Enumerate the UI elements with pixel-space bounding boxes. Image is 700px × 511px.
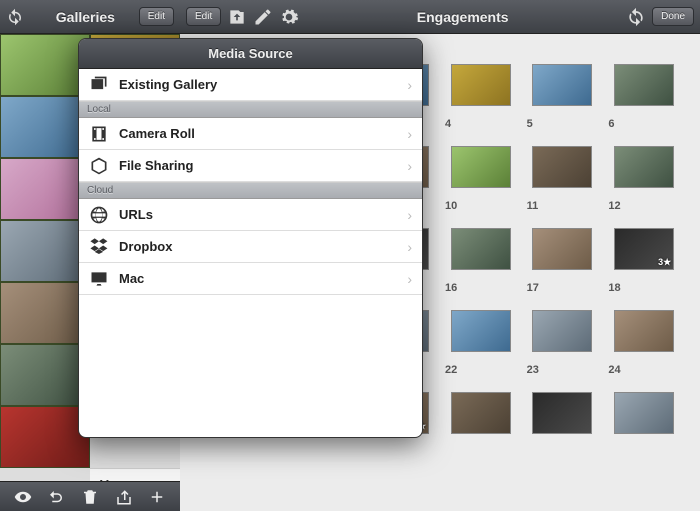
grid-caption: 11 xyxy=(527,200,599,212)
chevron-right-icon: › xyxy=(407,239,412,255)
media-source-popover: Media Source Existing Gallery › Local Ca… xyxy=(78,38,423,438)
grid-caption: 16 xyxy=(445,282,517,294)
media-source-file-sharing[interactable]: File Sharing › xyxy=(79,150,422,182)
grid-item[interactable] xyxy=(527,228,599,270)
grid-item[interactable] xyxy=(608,310,680,352)
grid-caption: 18 xyxy=(608,282,680,294)
venues-card[interactable]: Venues 12 galleries xyxy=(90,468,180,481)
film-icon xyxy=(89,124,109,144)
grid-item[interactable] xyxy=(445,146,517,188)
main-title: Engagements xyxy=(305,9,620,25)
gallery-stack-icon xyxy=(89,75,109,95)
media-source-camera-roll[interactable]: Camera Roll › xyxy=(79,118,422,150)
media-source-urls[interactable]: URLs › xyxy=(79,199,422,231)
sidebar-header: Galleries Edit xyxy=(0,0,180,34)
add-icon[interactable] xyxy=(148,488,166,506)
grid-item[interactable] xyxy=(527,392,599,434)
monitor-icon xyxy=(89,269,109,289)
sidebar-edit-button[interactable]: Edit xyxy=(139,7,174,26)
grid-item[interactable] xyxy=(608,392,680,434)
grid-caption: 23 xyxy=(527,364,599,376)
media-source-dropbox[interactable]: Dropbox › xyxy=(79,231,422,263)
globe-icon xyxy=(89,205,109,225)
undo-icon[interactable] xyxy=(47,488,65,506)
chevron-right-icon: › xyxy=(407,271,412,287)
box-icon xyxy=(89,156,109,176)
sidebar-title: Galleries xyxy=(32,9,139,25)
grid-item[interactable] xyxy=(445,310,517,352)
row-label: File Sharing xyxy=(119,158,407,173)
gear-icon[interactable] xyxy=(279,7,299,27)
grid-item[interactable]: 3★ xyxy=(608,228,680,270)
grid-item[interactable] xyxy=(445,392,517,434)
grid-item[interactable] xyxy=(445,64,517,106)
grid-item[interactable] xyxy=(608,146,680,188)
popover-title: Media Source xyxy=(79,39,422,69)
rating-badge: 3★ xyxy=(658,257,671,268)
grid-caption: 24 xyxy=(608,364,680,376)
eye-icon[interactable] xyxy=(14,488,32,506)
share-icon[interactable] xyxy=(115,488,133,506)
chevron-right-icon: › xyxy=(407,158,412,174)
main-edit-button[interactable]: Edit xyxy=(186,7,221,26)
grid-caption: 22 xyxy=(445,364,517,376)
grid-caption: 17 xyxy=(527,282,599,294)
grid-item[interactable] xyxy=(608,64,680,106)
row-label: Mac xyxy=(119,271,407,286)
refresh-icon[interactable] xyxy=(6,8,24,26)
grid-caption: 6 xyxy=(608,118,680,130)
grid-item[interactable] xyxy=(527,64,599,106)
trash-icon[interactable] xyxy=(81,488,99,506)
row-label: Dropbox xyxy=(119,239,407,254)
sync-icon[interactable] xyxy=(626,7,646,27)
import-icon[interactable] xyxy=(227,7,247,27)
main-header: Edit Engagements Done xyxy=(180,0,700,34)
section-cloud: Cloud xyxy=(79,182,422,199)
grid-item[interactable] xyxy=(527,146,599,188)
row-label: Existing Gallery xyxy=(119,77,407,92)
sidebar-footer xyxy=(0,481,180,511)
grid-caption: 4 xyxy=(445,118,517,130)
grid-item[interactable] xyxy=(527,310,599,352)
row-label: URLs xyxy=(119,207,407,222)
chevron-right-icon: › xyxy=(407,126,412,142)
section-local: Local xyxy=(79,101,422,118)
grid-caption: 12 xyxy=(608,200,680,212)
grid-caption: 10 xyxy=(445,200,517,212)
grid-item[interactable] xyxy=(445,228,517,270)
done-button[interactable]: Done xyxy=(652,7,694,26)
grid-caption: 5 xyxy=(527,118,599,130)
row-label: Camera Roll xyxy=(119,126,407,141)
media-source-existing-gallery[interactable]: Existing Gallery › xyxy=(79,69,422,101)
chevron-right-icon: › xyxy=(407,77,412,93)
media-source-mac[interactable]: Mac › xyxy=(79,263,422,295)
chevron-right-icon: › xyxy=(407,207,412,223)
dropbox-icon xyxy=(89,237,109,257)
compose-icon[interactable] xyxy=(253,7,273,27)
